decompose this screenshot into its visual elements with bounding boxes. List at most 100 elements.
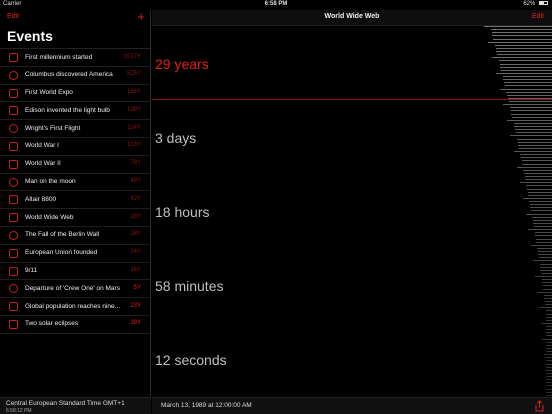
event-elapsed-value: 28Y xyxy=(130,213,141,220)
elapsed-seconds: 12 seconds xyxy=(155,352,227,368)
event-name: Departure of 'Crew One' on Mars xyxy=(25,284,120,292)
battery-percent: 62% xyxy=(523,1,536,7)
timeline-tick xyxy=(514,126,552,127)
timeline-tick xyxy=(545,385,552,387)
timeline-tick xyxy=(546,363,552,365)
event-name: World War II xyxy=(25,160,61,168)
timeline-tick xyxy=(546,341,552,343)
timeline-tick xyxy=(533,226,552,227)
list-item[interactable]: World War I 103Y xyxy=(0,138,150,156)
timeline-tick xyxy=(493,38,552,40)
event-name: The Fall of the Berlin Wall xyxy=(25,231,100,239)
timeline-tick xyxy=(537,291,552,293)
timeline-tick xyxy=(531,210,552,212)
timeline-tick xyxy=(545,310,552,312)
sidebar-edit-button[interactable]: Edit xyxy=(7,13,19,20)
event-13-icon xyxy=(9,284,18,294)
timeline-tick xyxy=(546,379,552,381)
timeline-tick xyxy=(488,41,552,43)
timeline-tick xyxy=(490,29,552,31)
timeline-tick xyxy=(530,207,552,209)
timeline-tick xyxy=(506,91,552,93)
list-item[interactable]: Altair 8800 42Y xyxy=(0,191,150,210)
list-item[interactable]: Man on the moon 48Y xyxy=(0,174,150,192)
list-item[interactable]: Edison invented the light bulb 138Y xyxy=(0,102,150,121)
timeline-tick xyxy=(537,247,552,249)
timeline-tick xyxy=(543,354,552,356)
timeline-tick xyxy=(502,76,552,77)
timeline-tick xyxy=(513,122,552,124)
timeline-tick xyxy=(521,160,552,162)
event-name: World War I xyxy=(25,142,59,150)
event-elapsed-value: 1017Y xyxy=(123,53,141,60)
event-elapsed-value: 38Y xyxy=(130,320,141,327)
list-item[interactable]: Global population reaches nine... 23Y xyxy=(0,298,150,316)
timeline-tick xyxy=(507,94,552,96)
list-item[interactable]: Wright's First Flight 114Y xyxy=(0,120,150,138)
timeline-tick xyxy=(507,97,552,99)
elapsed-minutes: 58 minutes xyxy=(155,278,224,294)
event-5-icon xyxy=(9,141,18,151)
timeline-tick xyxy=(546,344,552,346)
detail-edit-button[interactable]: Edit xyxy=(532,13,544,20)
list-item[interactable]: World Wide Web 28Y xyxy=(0,209,150,227)
timeline-tick xyxy=(546,329,552,331)
timeline-tick xyxy=(546,335,552,337)
plus-icon[interactable]: + xyxy=(137,9,145,24)
timeline-tick xyxy=(492,57,552,59)
detail-footer: March 13, 1989 at 12:00:00 AM xyxy=(152,397,552,414)
list-item[interactable]: Departure of 'Crew One' on Mars 5Y xyxy=(0,280,150,299)
list-item[interactable]: Columbus discovered America 525Y xyxy=(0,67,150,85)
sidebar-nav-bar: Edit + xyxy=(0,9,150,26)
timeline-tick xyxy=(545,313,552,315)
sidebar-title: Events xyxy=(7,28,53,44)
timeline-tick xyxy=(504,85,552,87)
share-icon[interactable] xyxy=(534,400,545,412)
timeline-tick xyxy=(523,169,552,171)
timeline-tick xyxy=(532,219,552,221)
timeline-tick xyxy=(544,297,552,299)
event-elapsed-value: 24Y xyxy=(130,249,141,256)
timeline-tick xyxy=(484,26,552,27)
timeline-tick xyxy=(536,241,552,243)
timeline-tick xyxy=(499,88,552,90)
timezone-time: 6:58:12 PM xyxy=(6,408,32,414)
timeline-tick xyxy=(542,338,552,340)
event-14-icon xyxy=(9,302,18,312)
timeline-tick xyxy=(522,197,552,199)
list-item[interactable]: First millennium started 1017Y xyxy=(0,49,150,67)
timeline-tick xyxy=(497,54,552,56)
timeline-tick xyxy=(535,235,552,237)
event-elapsed-value: 48Y xyxy=(130,178,141,185)
event-12-icon xyxy=(9,266,18,276)
event-detail: World Wide Web Edit 29 years 3 days 18 h… xyxy=(152,10,552,414)
list-item[interactable]: 9/11 16Y xyxy=(0,263,150,281)
timeline-tick xyxy=(515,132,552,134)
list-item[interactable]: World War II 78Y xyxy=(0,156,150,174)
list-item[interactable]: First World Expo 166Y xyxy=(0,85,150,103)
timeline-tick xyxy=(529,204,552,206)
list-item[interactable]: European Union founded 24Y xyxy=(0,245,150,263)
event-elapsed-value: 42Y xyxy=(130,195,141,202)
events-list: First millennium started 1017Y Columbus di… xyxy=(0,48,150,334)
event-elapsed-value: 103Y xyxy=(126,142,141,149)
timeline-tick xyxy=(546,319,552,321)
event-elapsed-value: 28Y xyxy=(130,231,141,238)
timeline-tick xyxy=(538,254,552,256)
event-elapsed-value: 5Y xyxy=(133,284,141,291)
event-2-icon xyxy=(9,88,18,98)
timeline-tick xyxy=(527,191,552,193)
timeline-tick xyxy=(539,307,552,309)
timeline-tick xyxy=(546,382,552,384)
elapsed-days: 3 days xyxy=(155,130,197,146)
timeline-tick xyxy=(525,213,552,215)
list-item[interactable]: The Fall of the Berlin Wall 28Y xyxy=(0,227,150,245)
timeline-scale[interactable] xyxy=(482,26,552,401)
timeline-tick xyxy=(546,316,552,318)
list-item[interactable]: Two solar eclipses 38Y xyxy=(0,316,150,334)
event-4-icon xyxy=(9,124,18,134)
event-0-icon xyxy=(9,53,18,62)
timeline-tick xyxy=(544,369,552,371)
timezone-footer[interactable]: Central European Standard Time GMT+1 6:5… xyxy=(0,397,151,414)
timeline-tick xyxy=(510,110,552,112)
